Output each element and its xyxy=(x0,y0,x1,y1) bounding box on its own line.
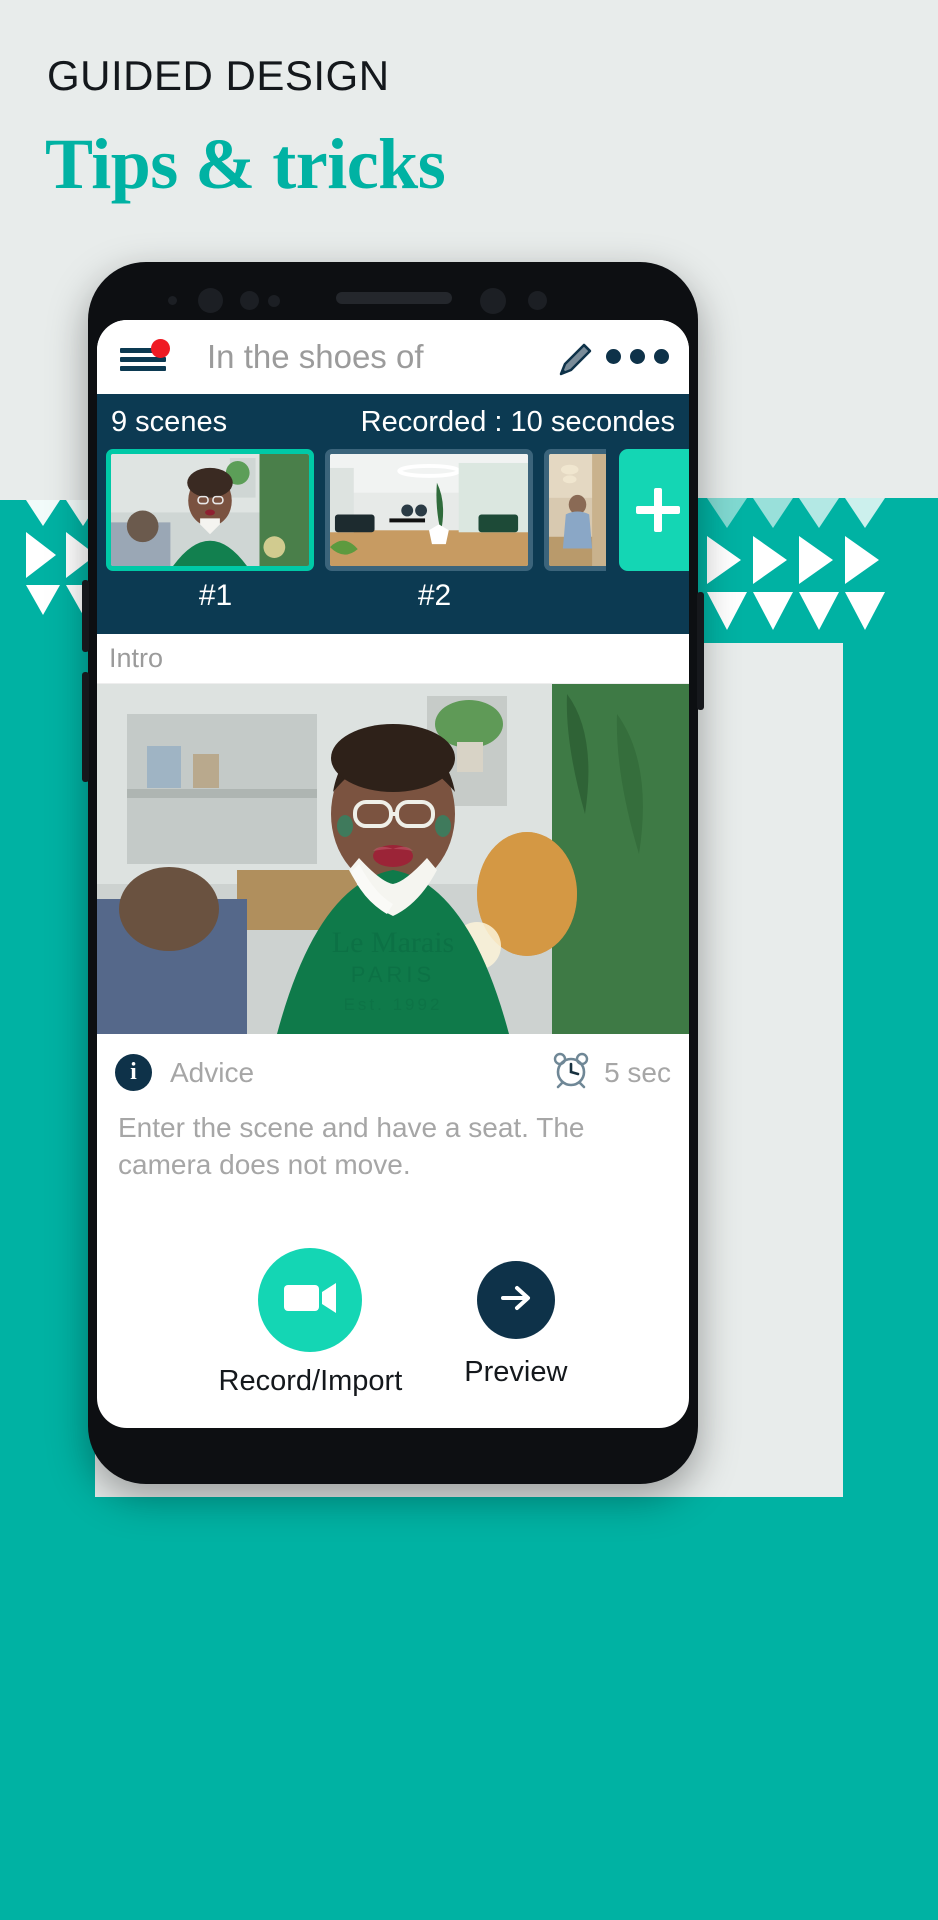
scene-count-label: 9 scenes xyxy=(111,406,228,438)
preview-button[interactable] xyxy=(476,1261,555,1339)
advice-title: Advice xyxy=(170,1056,255,1088)
video-camera-icon xyxy=(282,1278,338,1323)
preview-action[interactable]: Preview xyxy=(464,1248,567,1389)
advice-panel: i Advice 5 sec Enter the scene and have … xyxy=(97,1034,689,1184)
project-title[interactable]: In the shoes of xyxy=(207,338,423,376)
scene-thumbnail-2-image xyxy=(330,454,528,566)
app-screen: In the shoes of 9 scenes Recorded : 10 s… xyxy=(97,320,689,1428)
scene-preview-image[interactable]: Le Marais PARIS Est. 1992 xyxy=(97,684,689,1034)
scenes-strip: 9 scenes Recorded : 10 secondes #1 #2 xyxy=(97,394,689,634)
sensor-dot-4 xyxy=(528,291,547,310)
decorative-arrows-right xyxy=(693,458,938,643)
scene-label-2: #2 xyxy=(417,579,452,612)
sensor-dot-2 xyxy=(240,291,259,310)
action-bar: Record/Import Preview xyxy=(97,1248,689,1398)
scene-name-text: Intro xyxy=(109,643,164,673)
svg-text:PARIS: PARIS xyxy=(351,962,435,987)
alarm-clock-icon xyxy=(551,1050,591,1095)
scene-number-labels: #1 #2 xyxy=(97,571,689,613)
scenes-strip-header: 9 scenes Recorded : 10 secondes xyxy=(97,394,689,449)
record-import-action[interactable]: Record/Import xyxy=(218,1248,403,1398)
advice-text: Enter the scene and have a seat. The cam… xyxy=(118,1112,585,1181)
front-camera-icon xyxy=(198,288,223,313)
scene-name-field[interactable]: Intro xyxy=(97,634,689,684)
add-scene-button[interactable] xyxy=(619,449,689,571)
poster-kicker: GUIDED DESIGN xyxy=(47,52,390,99)
svg-text:Le Marais: Le Marais xyxy=(332,926,454,959)
phone-volume-up-button[interactable] xyxy=(82,580,89,652)
scene-label-1: #1 xyxy=(198,579,233,612)
record-import-button[interactable] xyxy=(258,1248,363,1352)
preview-label: Preview xyxy=(464,1356,568,1388)
recorded-duration-label: Recorded : 10 secondes xyxy=(360,406,675,438)
scene-thumbnail-1[interactable] xyxy=(106,449,314,571)
scene-thumbnail-2[interactable] xyxy=(325,449,533,571)
sensor-dot-1 xyxy=(168,296,177,305)
scene-thumbnail-1-image xyxy=(111,454,309,566)
scene-thumbnail-list[interactable] xyxy=(97,449,689,571)
advice-duration: 5 sec xyxy=(604,1056,671,1088)
sensor-dot-3 xyxy=(268,295,280,307)
arrow-right-icon xyxy=(495,1277,537,1324)
app-header: In the shoes of xyxy=(97,320,689,394)
record-import-label: Record/Import xyxy=(218,1365,403,1397)
pencil-icon[interactable] xyxy=(555,338,597,385)
svg-text:Est. 1992: Est. 1992 xyxy=(344,995,443,1014)
three-dots-icon[interactable] xyxy=(606,349,669,364)
phone-mockup: In the shoes of 9 scenes Recorded : 10 s… xyxy=(82,262,704,1484)
info-icon: i xyxy=(115,1054,152,1091)
poster-headline: Tips & tricks xyxy=(45,124,446,204)
notification-badge-icon xyxy=(151,339,170,358)
advice-header: i Advice 5 sec xyxy=(115,1050,671,1095)
iris-scanner-icon xyxy=(480,288,506,314)
hamburger-menu-icon[interactable] xyxy=(120,339,170,374)
scene-thumbnail-3-image xyxy=(549,454,606,566)
phone-volume-down-button[interactable] xyxy=(82,672,89,782)
plus-icon xyxy=(636,488,680,532)
earpiece-speaker xyxy=(336,292,452,304)
phone-power-button[interactable] xyxy=(697,592,704,710)
scene-thumbnail-3[interactable] xyxy=(544,449,606,571)
